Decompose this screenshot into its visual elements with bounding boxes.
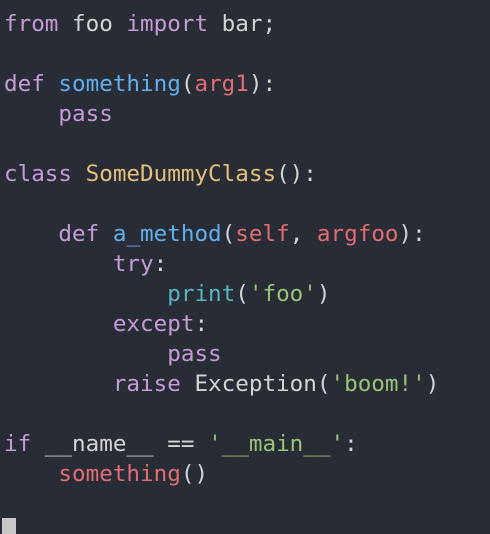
text-token: : — [153, 251, 168, 277]
function-name-token: a_method — [112, 221, 222, 247]
code-editor[interactable]: from foo import bar; def something(arg1)… — [0, 0, 490, 534]
keyword-token: pass — [167, 341, 222, 367]
keyword-token: pass — [58, 101, 113, 127]
text-token: ) — [316, 281, 331, 307]
text-token: foo — [58, 11, 127, 37]
text-token: : — [344, 431, 358, 457]
parameter-token: argfoo — [316, 221, 399, 247]
code-line: except: — [4, 309, 439, 339]
text-token: , — [289, 221, 317, 247]
code-line: try: — [4, 249, 439, 279]
keyword-token: try — [112, 251, 154, 277]
code-line: def something(arg1): — [4, 69, 439, 99]
parameter-token: arg1 — [194, 71, 249, 97]
string-token: 'foo' — [248, 281, 317, 307]
function-name-token: something — [58, 71, 181, 97]
text-token: bar; — [208, 11, 277, 37]
text-token: ) — [425, 371, 440, 397]
code-line: class SomeDummyClass(): — [4, 159, 439, 189]
keyword-token: raise — [112, 371, 181, 397]
code-line: raise Exception('boom!') — [4, 369, 439, 399]
string-token: '__main__' — [208, 431, 345, 457]
text-token: ): — [398, 221, 426, 247]
keyword-token: except — [112, 311, 195, 337]
text-token: ( — [180, 71, 195, 97]
keyword-token: import — [126, 11, 209, 37]
text-token: ( — [235, 281, 249, 307]
code-line: def a_method(self, argfoo): — [4, 219, 439, 249]
text-token: __name__ == — [31, 431, 209, 457]
parameter-token: self — [235, 221, 290, 247]
string-token: 'boom!' — [330, 371, 426, 397]
code-text[interactable]: from foo import bar; def something(arg1)… — [4, 9, 439, 489]
text-token: () — [180, 461, 209, 487]
code-line: print('foo') — [4, 279, 439, 309]
code-line: pass — [4, 99, 439, 129]
keyword-token: from — [4, 11, 59, 37]
keyword-token: def — [58, 221, 100, 247]
keyword-token: if — [4, 431, 32, 457]
code-line: from foo import bar; — [4, 9, 439, 39]
keyword-token: def — [4, 71, 45, 97]
parameter-token: something — [58, 461, 181, 487]
text-cursor — [2, 518, 16, 534]
keyword-token: class — [4, 161, 73, 187]
text-token: ( — [221, 221, 236, 247]
text-token: Exception( — [180, 371, 331, 397]
class-name-token: SomeDummyClass — [85, 161, 277, 187]
code-line: if __name__ == '__main__': — [4, 429, 439, 459]
text-token: (): — [276, 161, 317, 187]
builtin-token: print — [167, 281, 236, 307]
text-token: ): — [248, 71, 277, 97]
code-line: something() — [4, 459, 439, 489]
code-line: pass — [4, 339, 439, 369]
text-token: : — [194, 311, 209, 337]
